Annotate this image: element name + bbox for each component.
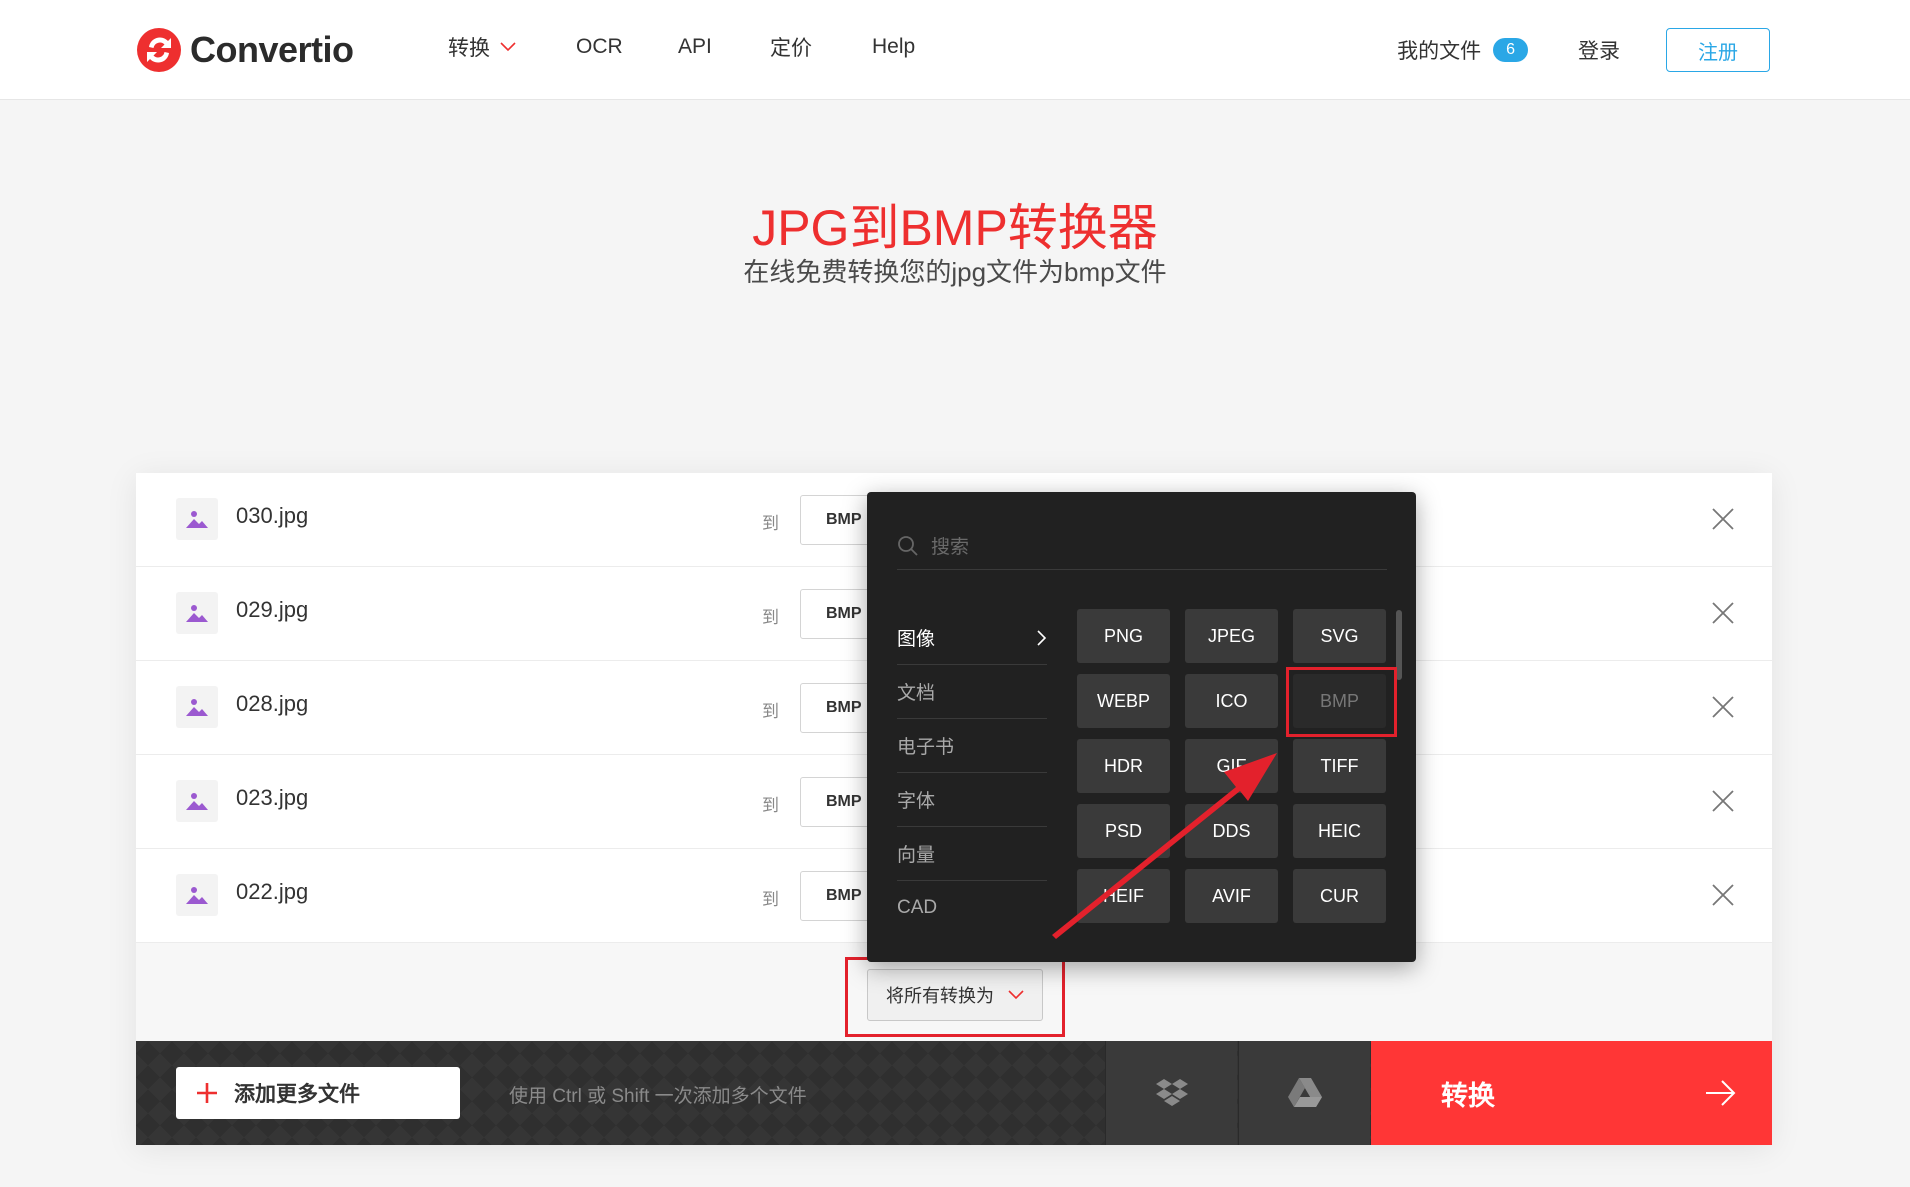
category-label: 向量 — [897, 845, 936, 866]
header-account: 我的文件 6 登录 注册 — [1397, 28, 1770, 72]
nav-convert[interactable]: 转换 — [448, 32, 576, 62]
google-drive-icon — [1287, 1078, 1322, 1107]
format-option-heic[interactable]: HEIC — [1293, 804, 1386, 858]
category-label: 字体 — [897, 791, 936, 812]
format-option-svg[interactable]: SVG — [1293, 609, 1386, 663]
multi-select-hint: 使用 Ctrl 或 Shift 一次添加多个文件 — [509, 1086, 807, 1107]
logo[interactable]: Convertio — [136, 24, 354, 76]
image-file-icon — [176, 498, 218, 540]
image-file-icon — [176, 874, 218, 916]
close-icon[interactable] — [1710, 882, 1736, 908]
dropbox-button[interactable] — [1105, 1041, 1237, 1145]
format-option-avif[interactable]: AVIF — [1185, 869, 1278, 923]
page-subtitle: 在线免费转换您的jpg文件为bmp文件 — [743, 257, 1167, 287]
signup-button[interactable]: 注册 — [1666, 28, 1770, 72]
format-category-list: 图像 文档 电子书 字体 向量 CAD — [897, 611, 1047, 935]
nav-api[interactable]: API — [678, 32, 770, 62]
category-vector[interactable]: 向量 — [897, 827, 1047, 881]
category-label: 电子书 — [897, 737, 955, 758]
format-grid: PNG JPEG SVG WEBP ICO BMP HDR GIF TIFF P… — [1077, 609, 1387, 923]
convert-button-label: 转换 — [1441, 1080, 1495, 1111]
category-font[interactable]: 字体 — [897, 773, 1047, 827]
my-files-link[interactable]: 我的文件 6 — [1397, 35, 1528, 65]
format-option-dds[interactable]: DDS — [1185, 804, 1278, 858]
format-option-hdr[interactable]: HDR — [1077, 739, 1170, 793]
close-icon[interactable] — [1710, 788, 1736, 814]
add-more-files-label: 添加更多文件 — [234, 1083, 360, 1106]
page-title: JPG到BMP转换器 — [752, 200, 1158, 256]
format-option-jpeg[interactable]: JPEG — [1185, 609, 1278, 663]
nav-help-label: Help — [872, 35, 916, 58]
bottom-action-bar: 添加更多文件 使用 Ctrl 或 Shift 一次添加多个文件 转换 — [136, 1041, 1772, 1145]
category-ebook[interactable]: 电子书 — [897, 719, 1047, 773]
file-name: 023.jpg — [236, 785, 309, 810]
category-label: 图像 — [897, 629, 936, 650]
arrow-right-icon — [1706, 1080, 1736, 1106]
file-name: 029.jpg — [236, 597, 309, 622]
format-option-tiff[interactable]: TIFF — [1293, 739, 1386, 793]
format-search-field[interactable]: 搜索 — [897, 522, 1387, 570]
nav-pricing[interactable]: 定价 — [770, 32, 872, 62]
format-option-ico[interactable]: ICO — [1185, 674, 1278, 728]
nav-pricing-label: 定价 — [770, 37, 812, 60]
category-label: 文档 — [897, 683, 936, 704]
file-name: 028.jpg — [236, 691, 309, 716]
google-drive-button[interactable] — [1238, 1041, 1370, 1145]
to-label: 到 — [762, 608, 779, 627]
plus-icon — [197, 1083, 217, 1103]
annotation-highlight-box — [845, 957, 1065, 1037]
close-icon[interactable] — [1710, 694, 1736, 720]
close-icon[interactable] — [1710, 600, 1736, 626]
to-label: 到 — [762, 514, 779, 533]
login-link[interactable]: 登录 — [1578, 35, 1620, 65]
format-search-placeholder: 搜索 — [931, 537, 970, 558]
format-option-heif[interactable]: HEIF — [1077, 869, 1170, 923]
nav-api-label: API — [678, 35, 712, 58]
main-nav: 转换 OCR API 定价 Help — [448, 32, 915, 62]
dropbox-icon — [1155, 1079, 1188, 1106]
category-label: CAD — [897, 897, 938, 918]
nav-convert-label: 转换 — [448, 37, 490, 60]
to-label: 到 — [762, 796, 779, 815]
format-option-psd[interactable]: PSD — [1077, 804, 1170, 858]
format-option-webp[interactable]: WEBP — [1077, 674, 1170, 728]
to-label: 到 — [762, 702, 779, 721]
format-option-cur[interactable]: CUR — [1293, 869, 1386, 923]
category-image[interactable]: 图像 — [897, 611, 1047, 665]
logo-text: Convertio — [190, 29, 354, 70]
category-document[interactable]: 文档 — [897, 665, 1047, 719]
add-more-files-button[interactable]: 添加更多文件 — [176, 1067, 460, 1119]
convert-button[interactable]: 转换 — [1371, 1041, 1772, 1145]
format-option-png[interactable]: PNG — [1077, 609, 1170, 663]
image-file-icon — [176, 780, 218, 822]
category-cad[interactable]: CAD — [897, 881, 1047, 935]
image-file-icon — [176, 686, 218, 728]
file-name: 022.jpg — [236, 879, 309, 904]
my-files-count-badge: 6 — [1493, 38, 1528, 62]
nav-ocr-label: OCR — [576, 35, 623, 58]
chevron-down-icon — [500, 42, 516, 52]
image-file-icon — [176, 592, 218, 634]
search-icon — [898, 535, 918, 556]
nav-ocr[interactable]: OCR — [576, 32, 678, 62]
my-files-label: 我的文件 — [1397, 40, 1482, 63]
close-icon[interactable] — [1710, 506, 1736, 532]
nav-help[interactable]: Help — [872, 32, 915, 62]
format-option-gif[interactable]: GIF — [1185, 739, 1278, 793]
convertio-logo-icon — [137, 28, 181, 72]
site-header: Convertio 转换 OCR API 定价 Help 我的文件 6 登录 注… — [0, 0, 1910, 100]
annotation-highlight-box — [1286, 667, 1397, 737]
file-name: 030.jpg — [236, 503, 309, 528]
chevron-right-icon — [1037, 629, 1047, 646]
to-label: 到 — [762, 890, 779, 909]
